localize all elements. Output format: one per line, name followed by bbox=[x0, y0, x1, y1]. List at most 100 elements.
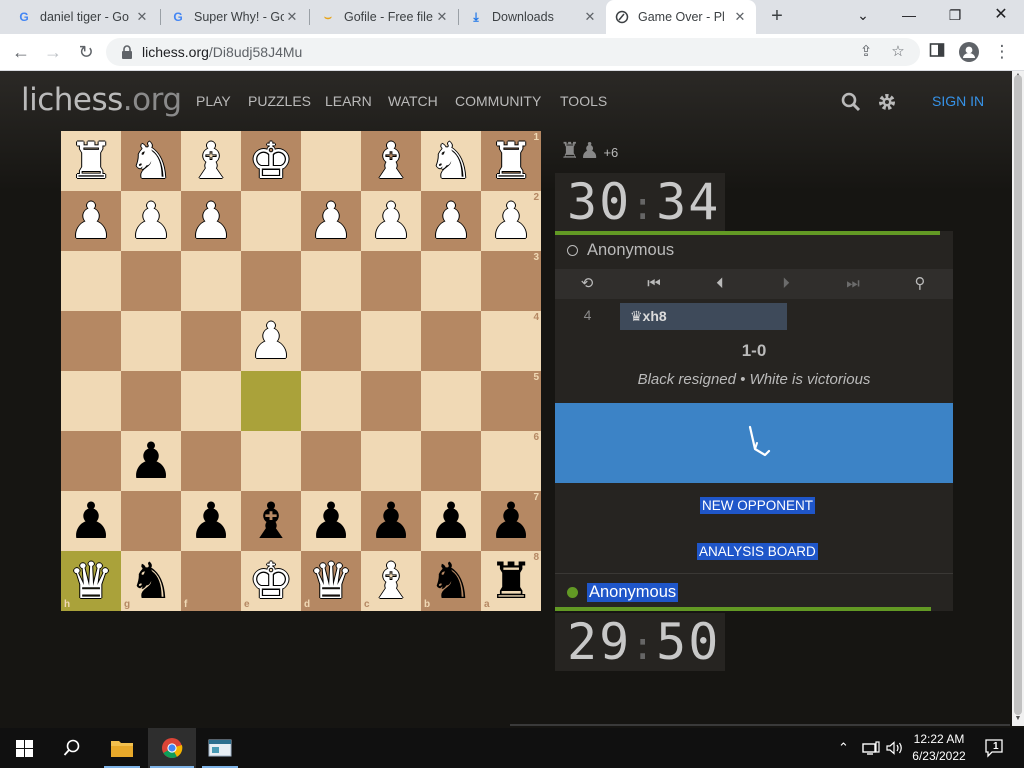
scroll-down-arrow[interactable]: ▼ bbox=[1014, 715, 1022, 722]
browser-tab[interactable]: ⌣ Gofile - Free file ✕ bbox=[312, 0, 458, 34]
white-bishop-icon[interactable]: ♝ bbox=[361, 131, 421, 191]
analysis-board-button[interactable]: ANALYSIS BOARD bbox=[697, 543, 818, 560]
browser-tab[interactable]: ⤓ Downloads ✕ bbox=[460, 0, 606, 34]
board-square[interactable] bbox=[361, 251, 421, 311]
white-pawn-icon[interactable]: ♟ bbox=[481, 191, 541, 251]
board-square[interactable] bbox=[181, 311, 241, 371]
white-queen-icon[interactable]: ♛ bbox=[301, 551, 361, 611]
forward-button[interactable]: → bbox=[42, 41, 64, 63]
board-square[interactable] bbox=[121, 311, 181, 371]
chrome-icon[interactable] bbox=[148, 728, 196, 768]
file-explorer-icon[interactable] bbox=[98, 728, 146, 768]
bottom-player[interactable]: Anonymous bbox=[567, 583, 679, 602]
board-square[interactable] bbox=[301, 251, 361, 311]
share-icon[interactable]: ⇪ bbox=[856, 42, 876, 62]
board-square[interactable] bbox=[241, 371, 301, 431]
profile-avatar-icon[interactable] bbox=[959, 42, 979, 62]
black-pawn-icon[interactable]: ♟ bbox=[301, 491, 361, 551]
close-icon[interactable]: ✕ bbox=[434, 9, 450, 25]
vertical-scrollbar[interactable]: ▲ ▼ bbox=[1012, 71, 1024, 726]
board-square[interactable] bbox=[301, 431, 361, 491]
board-square[interactable] bbox=[241, 191, 301, 251]
black-pawn-icon[interactable]: ♟ bbox=[181, 491, 241, 551]
board-square[interactable]: 3 bbox=[481, 251, 541, 311]
black-pawn-icon[interactable]: ♟ bbox=[361, 491, 421, 551]
last-move-icon[interactable]: ⏭ bbox=[833, 269, 873, 299]
white-knight-icon[interactable]: ♞ bbox=[121, 131, 181, 191]
nav-community[interactable]: COMMUNITY bbox=[455, 93, 541, 109]
app-window-icon[interactable] bbox=[196, 728, 244, 768]
black-bishop-icon[interactable]: ♝ bbox=[241, 491, 301, 551]
search-icon[interactable] bbox=[48, 728, 96, 768]
board-square[interactable] bbox=[181, 371, 241, 431]
lock-icon[interactable] bbox=[120, 44, 134, 60]
white-knight-icon[interactable]: ♞ bbox=[421, 131, 481, 191]
minimize-button[interactable]: — bbox=[886, 0, 932, 30]
notification-center-icon[interactable]: 1 bbox=[984, 728, 1006, 768]
white-pawn-icon[interactable]: ♟ bbox=[181, 191, 241, 251]
board-square[interactable] bbox=[61, 311, 121, 371]
close-icon[interactable]: ✕ bbox=[134, 9, 150, 25]
board-square[interactable] bbox=[121, 491, 181, 551]
white-king-icon[interactable]: ♚ bbox=[241, 551, 301, 611]
windows-start-icon[interactable] bbox=[0, 728, 48, 768]
black-pawn-icon[interactable]: ♟ bbox=[61, 491, 121, 551]
tab-search-icon[interactable]: ⌄ bbox=[840, 0, 886, 30]
white-bishop-icon[interactable]: ♝ bbox=[181, 131, 241, 191]
top-player[interactable]: Anonymous bbox=[567, 241, 674, 260]
board-square[interactable] bbox=[241, 251, 301, 311]
board-square[interactable] bbox=[361, 311, 421, 371]
system-clock[interactable]: 12:22 AM 6/23/2022 bbox=[906, 731, 972, 765]
new-opponent-button[interactable]: NEW OPPONENT bbox=[700, 497, 816, 514]
reload-button[interactable]: ↻ bbox=[75, 41, 97, 63]
board-square[interactable]: 6 bbox=[481, 431, 541, 491]
address-bar[interactable]: lichess.org/Di8udj58J4Mu bbox=[106, 38, 920, 66]
prev-move-icon[interactable]: ⏴ bbox=[700, 269, 740, 299]
board-square[interactable] bbox=[61, 251, 121, 311]
board-square[interactable] bbox=[181, 251, 241, 311]
flip-board-icon[interactable]: ⟲ bbox=[567, 269, 607, 299]
board-square[interactable] bbox=[361, 371, 421, 431]
white-pawn-icon[interactable]: ♟ bbox=[421, 191, 481, 251]
board-square[interactable] bbox=[421, 431, 481, 491]
browser-tab[interactable]: G Super Why! - Go ✕ bbox=[162, 0, 308, 34]
nav-play[interactable]: PLAY bbox=[196, 93, 231, 109]
white-pawn-icon[interactable]: ♟ bbox=[241, 311, 301, 371]
nav-learn[interactable]: LEARN bbox=[325, 93, 372, 109]
board-square[interactable] bbox=[421, 371, 481, 431]
board-square[interactable] bbox=[61, 371, 121, 431]
board-square[interactable] bbox=[421, 311, 481, 371]
nav-watch[interactable]: WATCH bbox=[388, 93, 438, 109]
board-square[interactable] bbox=[301, 311, 361, 371]
white-king-icon[interactable]: ♚ bbox=[241, 131, 301, 191]
board-square[interactable] bbox=[361, 431, 421, 491]
white-queen-icon[interactable]: ♛ bbox=[61, 551, 121, 611]
close-icon[interactable]: ✕ bbox=[732, 9, 748, 25]
nav-tools[interactable]: TOOLS bbox=[560, 93, 607, 109]
first-move-icon[interactable]: ⏮ bbox=[634, 269, 674, 299]
tray-chevron-icon[interactable]: ⌃ bbox=[838, 728, 849, 768]
search-icon[interactable] bbox=[840, 91, 862, 113]
gear-icon[interactable] bbox=[876, 91, 898, 113]
volume-icon[interactable] bbox=[886, 728, 904, 768]
network-icon[interactable] bbox=[862, 728, 880, 768]
browser-tab[interactable]: G daniel tiger - Go ✕ bbox=[8, 0, 158, 34]
white-rook-icon[interactable]: ♜ bbox=[61, 131, 121, 191]
close-icon[interactable]: ✕ bbox=[284, 9, 300, 25]
site-logo[interactable]: lichess.org bbox=[21, 82, 182, 118]
side-panel-icon[interactable] bbox=[927, 42, 947, 62]
board-square[interactable] bbox=[301, 131, 361, 191]
black-pawn-icon[interactable]: ♟ bbox=[121, 431, 181, 491]
rematch-button[interactable] bbox=[555, 403, 953, 483]
next-move-icon[interactable]: ⏵ bbox=[766, 269, 806, 299]
close-window-button[interactable]: ✕ bbox=[978, 0, 1024, 30]
white-pawn-icon[interactable]: ♟ bbox=[61, 191, 121, 251]
horizontal-scrollbar[interactable] bbox=[510, 724, 1010, 726]
white-pawn-icon[interactable]: ♟ bbox=[301, 191, 361, 251]
board-square[interactable] bbox=[181, 431, 241, 491]
nav-puzzles[interactable]: PUZZLES bbox=[248, 93, 311, 109]
black-knight-icon[interactable]: ♞ bbox=[421, 551, 481, 611]
board-square[interactable]: f bbox=[181, 551, 241, 611]
analysis-microscope-icon[interactable]: ⚲ bbox=[900, 269, 940, 299]
chessboard[interactable]: 1 2 3 4 5 6 7 h g f e d c b 8 a ♜ ♞ ♝ ♚ ♝ ♞ ♜ ♟ ♟ ♟ ♟ ♟ ♟ ♟ ♟ ♟ ♟ ♟ ♝ ♟ ♟ ♟ ♟ ♛… bbox=[61, 131, 541, 611]
